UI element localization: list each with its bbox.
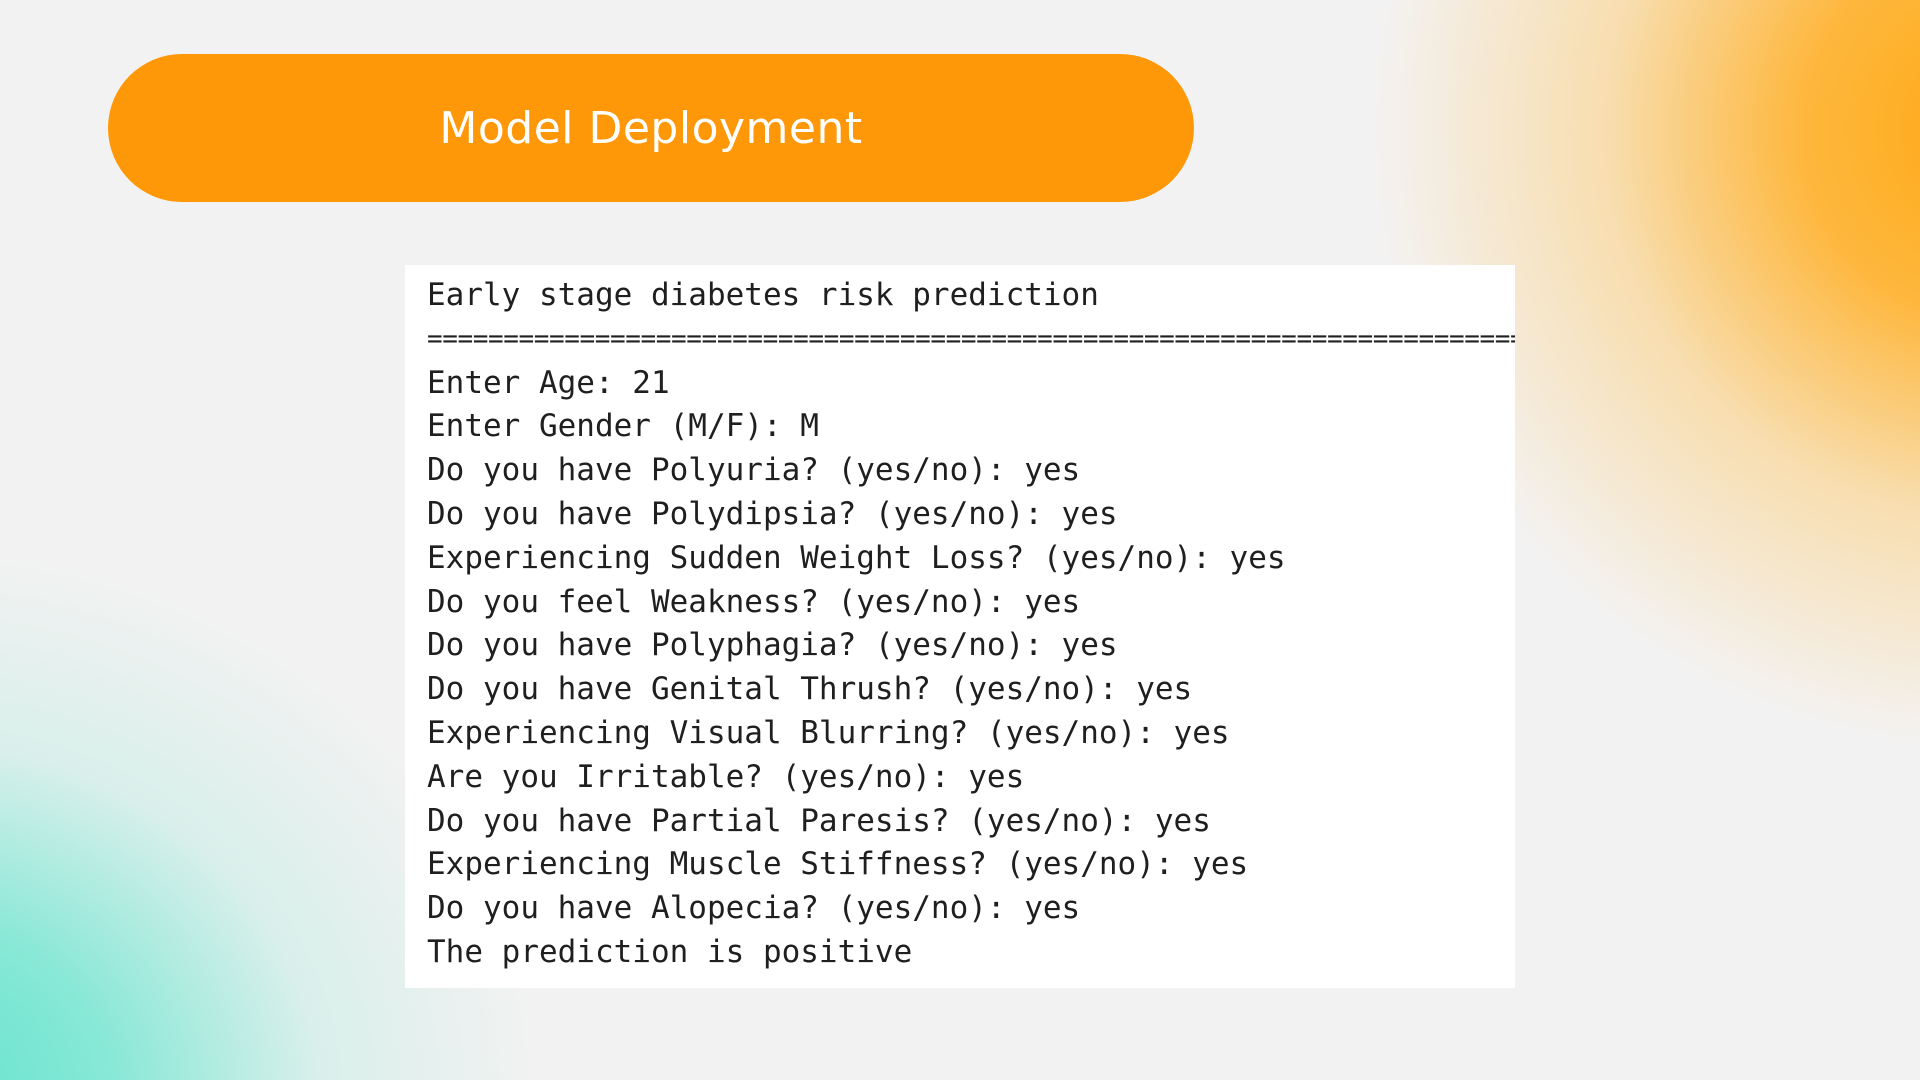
console-output-panel: Early stage diabetes risk prediction ===…: [405, 265, 1515, 988]
console-line-gender: Enter Gender (M/F): M: [427, 408, 819, 445]
console-line-alopecia: Do you have Alopecia? (yes/no): yes: [427, 890, 1081, 927]
console-heading: Early stage diabetes risk prediction: [427, 277, 1099, 313]
console-divider: ========================================…: [427, 323, 1515, 354]
console-line-partial-paresis: Do you have Partial Paresis? (yes/no): y…: [427, 802, 1211, 839]
page-title: Model Deployment: [439, 102, 863, 154]
console-line-visual-blurring: Experiencing Visual Blurring? (yes/no): …: [427, 714, 1230, 751]
console-line-polyphagia: Do you have Polyphagia? (yes/no): yes: [427, 627, 1118, 664]
console-line-weight-loss: Experiencing Sudden Weight Loss? (yes/no…: [427, 539, 1286, 576]
console-line-polydipsia: Do you have Polydipsia? (yes/no): yes: [427, 495, 1118, 532]
console-line-muscle-stiffness: Experiencing Muscle Stiffness? (yes/no):…: [427, 846, 1249, 883]
console-line-polyuria: Do you have Polyuria? (yes/no): yes: [427, 452, 1081, 489]
console-line-age: Enter Age: 21: [427, 364, 670, 401]
console-line-irritable: Are you Irritable? (yes/no): yes: [427, 758, 1025, 795]
console-line-genital-thrush: Do you have Genital Thrush? (yes/no): ye…: [427, 671, 1193, 708]
title-banner: Model Deployment: [108, 54, 1194, 202]
console-line-weakness: Do you feel Weakness? (yes/no): yes: [427, 583, 1081, 620]
console-line-prediction-result: The prediction is positive: [427, 933, 913, 970]
